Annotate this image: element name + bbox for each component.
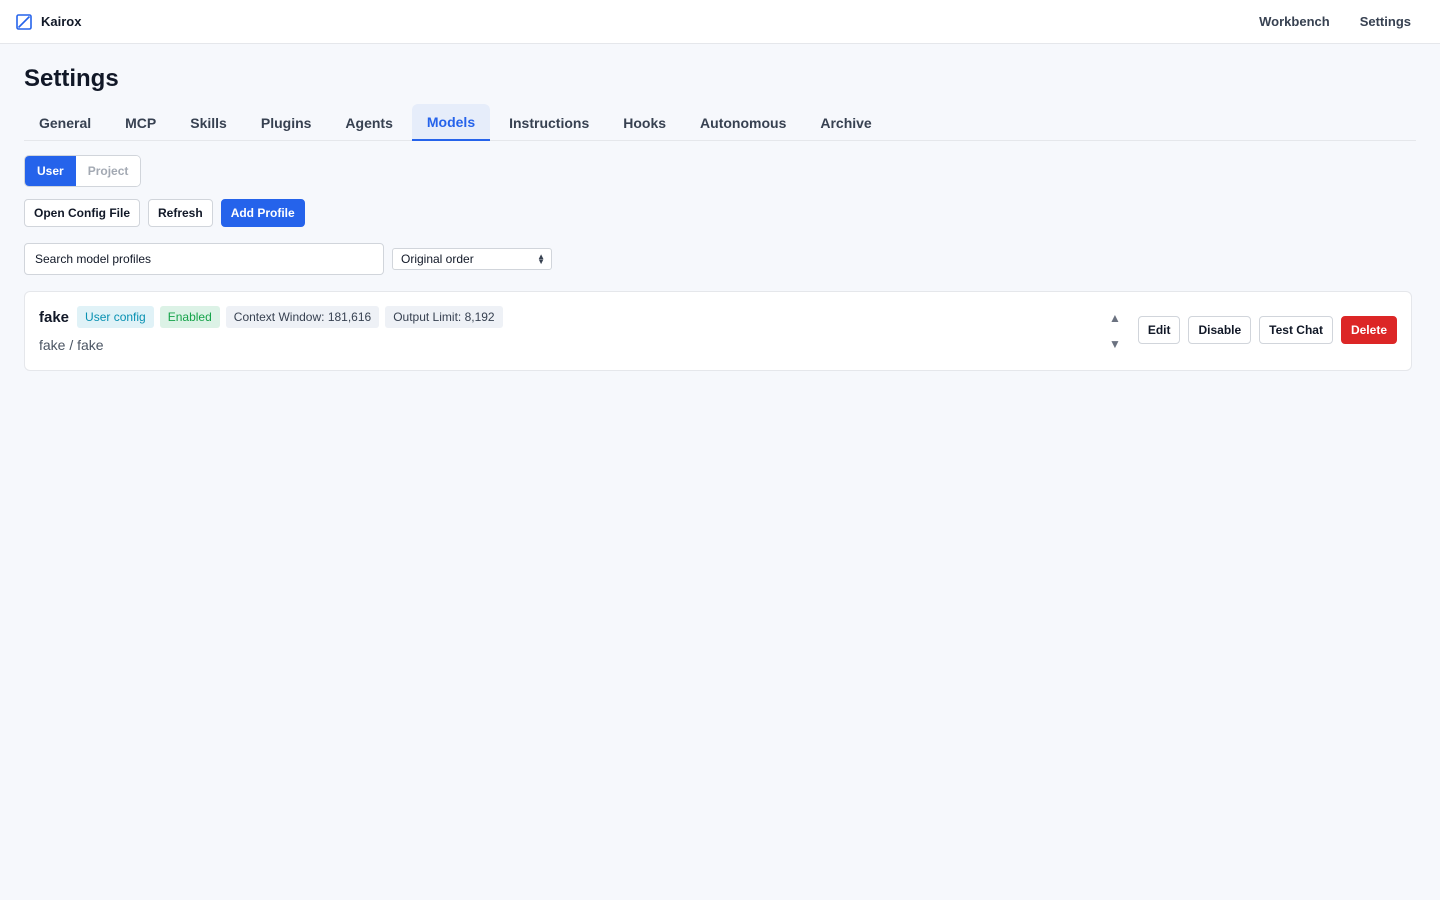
top-nav: Workbench Settings	[1259, 14, 1411, 29]
move-up-icon[interactable]: ▲	[1109, 310, 1121, 326]
tab-general[interactable]: General	[24, 104, 106, 141]
nav-workbench-link[interactable]: Workbench	[1259, 14, 1330, 29]
delete-button[interactable]: Delete	[1340, 316, 1397, 344]
settings-main: Settings General MCP Skills Plugins Agen…	[24, 44, 1416, 371]
search-model-profiles-input[interactable]	[24, 243, 384, 275]
kairox-logo-icon	[16, 13, 32, 30]
scope-user-button[interactable]: User	[25, 156, 76, 186]
source-badge: User config	[77, 306, 154, 328]
tab-agents[interactable]: Agents	[330, 104, 407, 141]
tab-autonomous[interactable]: Autonomous	[685, 104, 801, 141]
add-profile-button[interactable]: Add Profile	[220, 199, 305, 227]
open-config-file-button[interactable]: Open Config File	[24, 199, 140, 227]
tab-archive[interactable]: Archive	[805, 104, 886, 141]
sort-order-select[interactable]: Original order ▲ ▼	[392, 248, 552, 270]
page-title: Settings	[24, 65, 119, 92]
brand[interactable]: Kairox	[16, 13, 82, 30]
nav-settings-link[interactable]: Settings	[1360, 14, 1411, 29]
tab-plugins[interactable]: Plugins	[246, 104, 327, 141]
select-arrows-icon: ▲ ▼	[537, 252, 545, 266]
top-bar: Kairox Workbench Settings	[0, 0, 1440, 44]
filters: Original order ▲▼	[24, 243, 1416, 275]
test-chat-button[interactable]: Test Chat	[1259, 316, 1333, 344]
disable-button[interactable]: Disable	[1188, 316, 1252, 344]
profile-header: fake User config Enabled Context Window:…	[39, 306, 503, 328]
model-profile-card: fake User config Enabled Context Window:…	[24, 291, 1412, 371]
tab-instructions[interactable]: Instructions	[494, 104, 604, 141]
output-limit-badge: Output Limit: 8,192	[385, 306, 503, 328]
tab-hooks[interactable]: Hooks	[608, 104, 681, 141]
move-down-icon[interactable]: ▼	[1109, 336, 1121, 352]
tab-skills[interactable]: Skills	[175, 104, 242, 141]
profile-name: fake	[39, 308, 70, 326]
toolbar: Open Config File Refresh Add Profile	[24, 199, 1416, 227]
reorder-controls: ▲ ▼	[1109, 310, 1121, 352]
tab-mcp[interactable]: MCP	[110, 104, 171, 141]
status-badge: Enabled	[159, 306, 220, 328]
app-name: Kairox	[41, 14, 82, 29]
scope-toggle: User Project	[24, 155, 142, 187]
settings-tabs: General MCP Skills Plugins Agents Models…	[24, 104, 1416, 141]
scope-project-button[interactable]: Project	[75, 156, 141, 186]
context-window-badge: Context Window: 181,616	[225, 306, 380, 328]
refresh-button[interactable]: Refresh	[148, 199, 213, 227]
profile-actions: Edit Disable Test Chat Delete	[1137, 316, 1397, 344]
edit-button[interactable]: Edit	[1137, 316, 1181, 344]
provider-model-text: fake / fake	[39, 337, 104, 353]
sort-order-value: Original order	[401, 252, 474, 266]
tab-models[interactable]: Models	[411, 104, 491, 141]
